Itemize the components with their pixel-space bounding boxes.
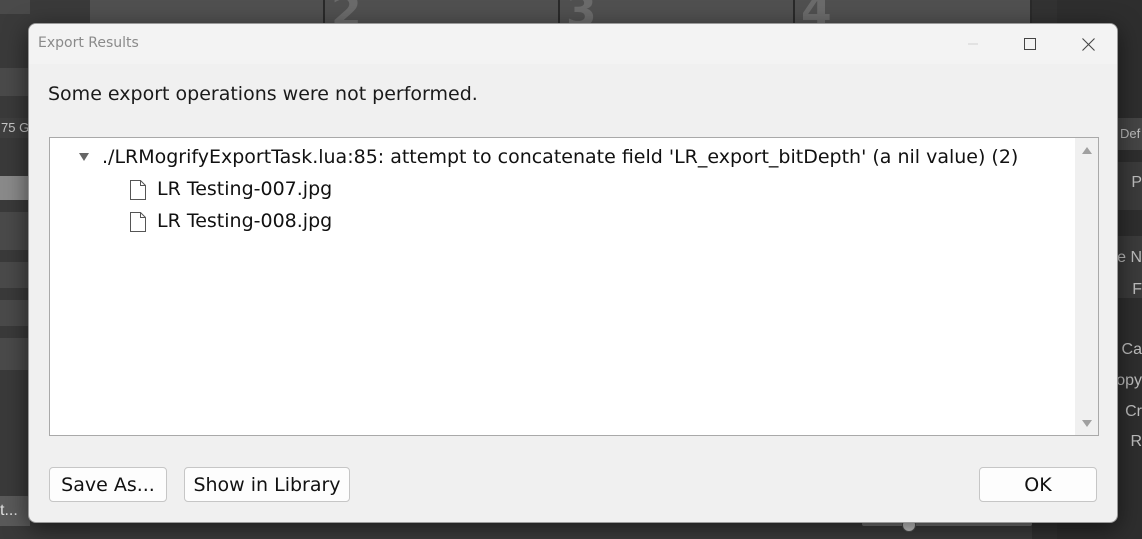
left-panel-label: 75 G [0,118,30,138]
file-icon [130,211,146,232]
dialog-title: Export Results [38,35,139,51]
results-tree[interactable]: ./LRMogrifyExportTask.lua:85: attempt to… [49,137,1099,436]
left-panel-strip [0,300,30,326]
scroll-down-button[interactable] [1075,413,1098,433]
right-panel-preset-tab[interactable]: Def [1117,118,1142,150]
scroll-down-arrow-icon [1081,419,1092,427]
left-panel-strip [0,262,30,288]
left-panel-selected-strip [0,176,30,200]
right-panel-label: R [1130,433,1142,450]
left-panel-strip [0,0,30,14]
dialog-message: Some export operations were not performe… [48,83,478,105]
close-icon [1081,37,1095,51]
right-panel-label: F [1132,281,1142,298]
triangle-down-icon[interactable] [77,147,91,167]
left-panel-strip [0,68,30,96]
tree-file-label: LR Testing-008.jpg [157,210,333,232]
scroll-up-button[interactable] [1075,140,1098,160]
maximize-button[interactable] [1001,24,1059,64]
left-panel-strip [0,338,30,370]
minimize-button[interactable] [944,24,1002,64]
tree-scrollbar[interactable] [1075,138,1098,435]
right-panel-label: opy [1116,372,1142,389]
file-icon [130,179,146,200]
export-results-dialog: Export Results Some export operations we… [28,23,1118,523]
left-panel-strip [0,212,30,250]
tree-file-label: LR Testing-007.jpg [157,178,333,200]
show-in-library-button[interactable]: Show in Library [184,467,350,502]
left-panel-export-button[interactable]: t... [0,496,30,526]
right-panel-label: Cr [1125,403,1142,420]
tree-error-label: ./LRMogrifyExportTask.lua:85: attempt to… [102,146,1019,168]
right-panel-label: P [1131,174,1142,191]
minimize-icon [968,43,978,45]
save-as-button[interactable]: Save As... [49,467,167,502]
right-panel-label: Ca [1121,341,1142,358]
maximize-icon [1024,38,1036,50]
ok-button[interactable]: OK [979,467,1097,502]
close-button[interactable] [1059,24,1117,64]
scroll-up-arrow-icon [1081,146,1092,154]
dialog-titlebar[interactable]: Export Results [29,24,1117,64]
